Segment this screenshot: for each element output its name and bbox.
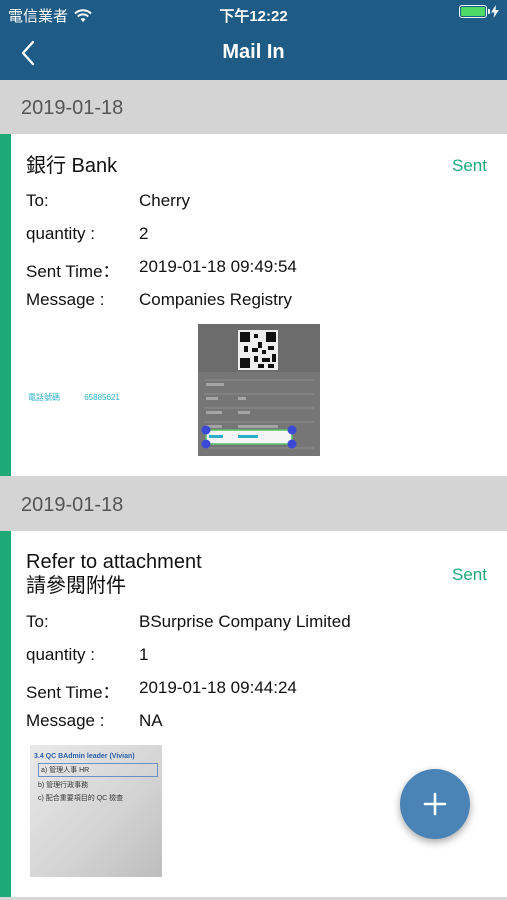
mail-card[interactable]: 銀行 Bank Sent To: Cherry quantity : 2 Sen… [0,134,507,476]
message-label: Message : [26,290,105,309]
to-label: To: [26,612,49,631]
section-header: 2019-01-18 [0,80,507,134]
quantity-label: quantity : [26,645,95,664]
mail-title: Refer to attachment [26,551,202,573]
message-label: Message : [26,711,105,730]
add-mail-button[interactable] [400,769,470,839]
quantity-value: 2 [139,224,149,243]
attachment-phone-number: 65885621 [84,393,120,402]
sent-time-value: 2019-01-18 09:49:54 [139,257,297,276]
card-accent-bar [0,134,11,476]
mail-title-secondary: 請參閱附件 [26,575,126,597]
attachment-line: b) 管理行政事務 [38,782,89,789]
section-date: 2019-01-18 [21,97,124,119]
status-time: 下午12:22 [219,8,288,25]
qr-code-image [198,324,320,456]
bolt-icon [491,5,499,18]
status-badge: Sent [452,156,487,175]
nav-bar: Mail In [0,28,507,80]
attachment-thumbnail[interactable]: 電話號碼 65885621 [28,392,138,412]
quantity-label: quantity : [26,224,95,243]
plus-icon [423,792,447,816]
mail-card[interactable]: Refer to attachment 請參閱附件 Sent To: BSurp… [0,531,507,897]
mail-title: 銀行 Bank [26,155,118,177]
sent-time-label: Sent Time： [26,262,120,281]
message-value: NA [139,711,163,730]
status-bar: 電信業者 下午12:22 [0,0,507,28]
battery-icon [459,5,490,18]
attachment-photo[interactable]: 3.4 QC BAdmin leader (Vivian) a) 管理人事 HR… [30,745,162,877]
to-label: To: [26,191,49,210]
to-value: Cherry [139,191,191,210]
to-value: BSurprise Company Limited [139,612,351,631]
sent-time-value: 2019-01-18 09:44:24 [139,678,297,697]
attachment-line: a) 管理人事 HR [38,763,158,777]
attachment-heading: 3.4 QC BAdmin leader (Vivian) [34,753,135,760]
attachment-line: c) 配合重要項目的 QC 檢查 [38,795,124,802]
card-accent-bar [0,531,11,897]
sent-time-label: Sent Time： [26,683,120,702]
page-title: Mail In [222,41,285,63]
status-badge: Sent [452,565,487,584]
attachment-photo[interactable] [198,324,320,456]
quantity-value: 1 [139,645,149,664]
attachment-phone-label: 電話號碼 [28,393,60,402]
status-right [459,5,499,18]
section-header: 2019-01-18 [0,477,507,531]
message-value: Companies Registry [139,290,293,309]
section-date: 2019-01-18 [21,494,124,516]
